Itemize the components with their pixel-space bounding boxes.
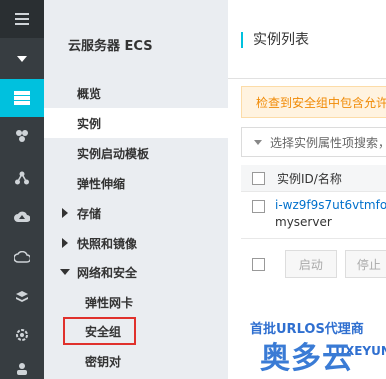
page-header: 实例列表 [228,0,386,79]
table-row: i-wz9f9s7ut6vtmfog myserver [241,191,386,239]
nav-group-network-security[interactable]: 网络和安全 [44,257,228,287]
nav-item-auto-scaling[interactable]: 弹性伸缩 [44,168,228,198]
nav-item-label: 网络和安全 [77,265,138,280]
cluster-icon[interactable] [0,117,44,155]
network-icon[interactable] [0,159,44,197]
dropdown-icon[interactable] [0,40,44,78]
nav-item-label: 概览 [77,86,102,101]
start-button[interactable]: 启动 [285,250,337,278]
instance-search-field[interactable]: 选择实例属性项搜索， [241,127,386,157]
row-checkbox[interactable] [252,200,265,213]
nav-item-overview[interactable]: 概览 [44,78,228,108]
bulk-actions: 启动 停止 [241,246,386,282]
nav-item-key-pairs[interactable]: 密钥对 [44,346,228,376]
watermark-logo: 奥多云 [260,341,353,376]
instance-name: myserver [275,215,332,229]
column-header-id-name: 实例ID/名称 [277,171,342,186]
expand-arrow-icon [62,238,68,248]
annotation-highlight-box [63,317,136,345]
collapse-arrow-icon [60,269,70,275]
icon-rail [0,0,44,379]
nav-item-instances[interactable]: 实例 [44,108,228,138]
nav-item-label: 实例 [77,116,102,131]
settings-icon[interactable] [0,316,44,354]
cloud-icon[interactable] [0,238,44,276]
nav-item-eni[interactable]: 弹性网卡 [44,287,228,317]
nav-item-label: 弹性网卡 [85,295,134,310]
nav-group-snapshots-images[interactable]: 快照和镜像 [44,228,228,258]
stop-button[interactable]: 停止 [344,250,386,278]
nav-item-label: 存储 [77,206,102,221]
layers-icon[interactable] [0,278,44,316]
nav-item-label: 密钥对 [85,354,122,369]
instance-id-link[interactable]: i-wz9f9s7ut6vtmfog [275,198,386,212]
menu-icon[interactable] [0,0,44,38]
ecs-console: 云服务器 ECS 概览 实例 实例启动模板 弹性伸缩 存储 快照和镜像 网络和安… [0,0,386,379]
product-title: 云服务器 ECS [68,39,153,54]
select-all-checkbox[interactable] [252,171,265,185]
main-content: 实例列表 检查到安全组中包含允许 选择实例属性项搜索， 实例ID/名称 i-wz… [228,0,386,379]
group-icon[interactable] [0,350,44,379]
security-warning-banner: 检查到安全组中包含允许 [241,86,386,118]
footer-select-checkbox[interactable] [252,257,265,271]
server-icon[interactable] [0,79,44,117]
chevron-down-icon[interactable] [254,139,262,145]
warning-text: 检查到安全组中包含允许 [256,95,386,110]
nav-item-label: 弹性伸缩 [77,176,126,191]
page-title: 实例列表 [241,32,309,48]
nav-item-label: 实例启动模板 [77,146,150,161]
cloud-upload-icon[interactable] [0,198,44,236]
nav-item-launch-templates[interactable]: 实例启动模板 [44,138,228,168]
nav-item-label: 快照和镜像 [77,236,138,251]
search-placeholder: 选择实例属性项搜索， [270,135,386,150]
table-header: 实例ID/名称 [241,165,386,192]
expand-arrow-icon [62,208,68,218]
nav-group-storage[interactable]: 存储 [44,198,228,228]
